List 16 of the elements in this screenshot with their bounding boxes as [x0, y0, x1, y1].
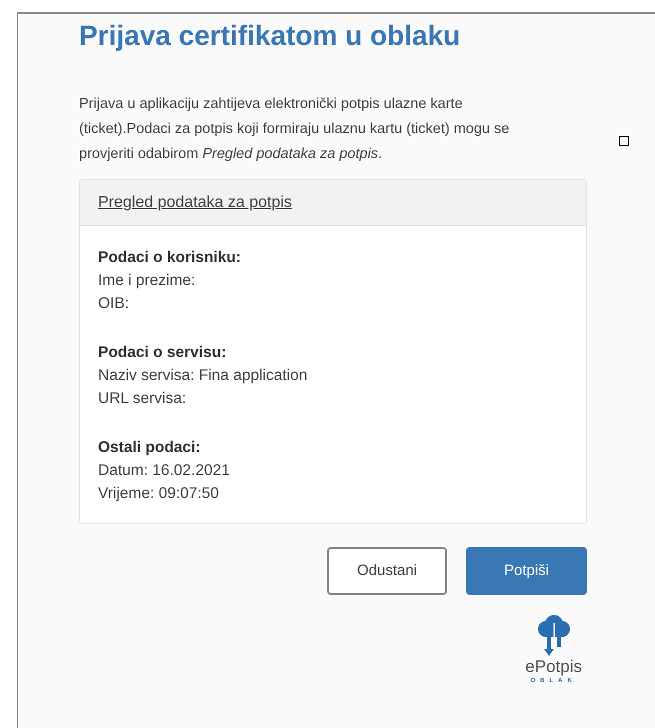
page-title: Prijava certifikatom u oblaku [79, 19, 462, 53]
section-heading: Podaci o servisu: [98, 343, 228, 363]
sign-button[interactable]: Potpiši [466, 547, 587, 595]
section-heading: Podaci o korisniku: [98, 248, 242, 268]
logo-name: ePotpis [525, 657, 582, 677]
detail-line: Ime i prezime: [98, 271, 196, 291]
cancel-button[interactable]: Odustani [327, 547, 447, 595]
intro-paragraph: Prijava u aplikaciju zahtijeva elektronički potpis ulazne karte (ticket).Podaci za potpis koji formiraju ulaznu kartu (ticket) mogu se provjeriti odabirom Pregled podataka za potpis. [79, 95, 510, 164]
detail-line: Naziv servisa: Fina application [98, 366, 308, 386]
checkbox-icon [619, 136, 629, 146]
details-link[interactable]: Pregled podataka za potpis [98, 190, 292, 214]
detail-line: Vrijeme: 09:07:50 [98, 484, 220, 504]
detail-line: URL servisa: [98, 389, 188, 409]
detail-line: Datum: 16.02.2021 [98, 461, 231, 481]
section-heading: Ostali podaci: [98, 438, 202, 458]
detail-line: OIB: [98, 294, 130, 314]
